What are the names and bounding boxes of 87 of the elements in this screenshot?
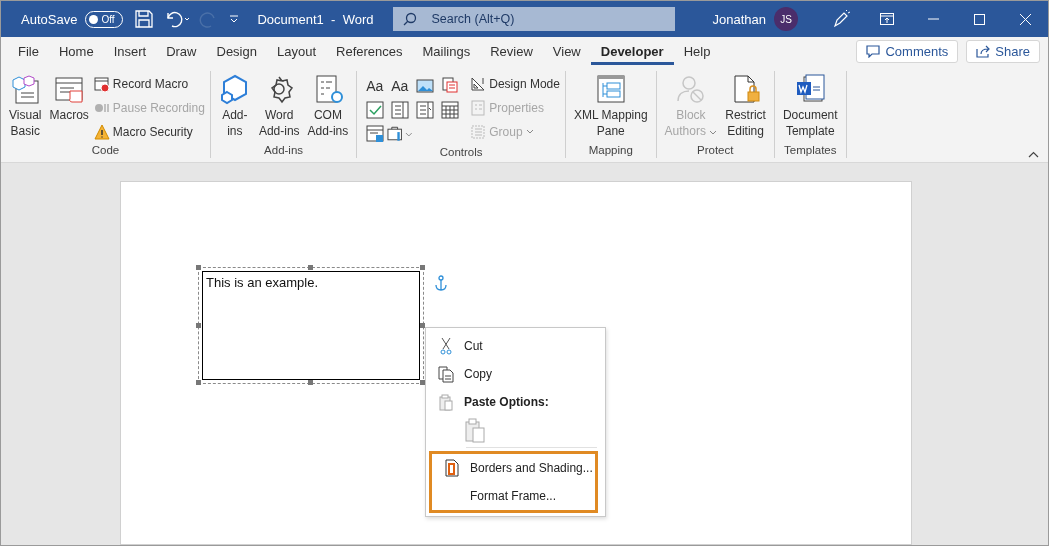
user-name: Jonathan [712,11,766,27]
group-label: Controls [439,146,483,158]
window-title: Document1 - Word [257,11,374,27]
undo-icon[interactable] [165,10,192,28]
tree-panel-icon [594,73,627,105]
ribbon-tab[interactable]: Review [480,37,543,65]
ribbon-button[interactable]: Macros [46,71,92,144]
menu-item[interactable]: Borders and Shading... [432,454,595,482]
ribbon-button[interactable]: Design Mode [470,73,560,94]
calendar-icon [440,101,459,119]
properties-icon [470,99,487,116]
ribbon-button[interactable]: Visual Basic [6,71,45,144]
group-label: Add-ins [264,144,304,156]
share-button[interactable]: Share [966,39,1040,63]
cubes-icon [9,73,42,105]
ribbon-tab[interactable]: Help [673,37,721,65]
resize-handle[interactable] [196,380,201,385]
customize-caret-icon[interactable] [229,15,240,23]
close-icon[interactable] [1019,13,1031,25]
combo-box-icon [390,101,409,119]
ribbon-button[interactable]: Restrict Editing [722,71,769,144]
resize-handle[interactable] [420,322,425,328]
ribbon-button[interactable]: Word Add-ins [255,71,303,144]
resize-handle[interactable] [196,322,201,328]
ribbon-tab[interactable]: Design [206,37,267,65]
group-icon [470,123,487,140]
form-icon [365,125,384,143]
menu-item[interactable]: Copy [426,360,605,388]
word-document-icon [794,73,827,105]
frame-text: This is an example. [206,275,318,290]
warning-icon [93,123,110,140]
list-box-icon [415,101,434,119]
ribbon-tab[interactable]: Draw [156,37,207,65]
ribbon-tab[interactable]: Layout [266,37,326,65]
ruler-triangle-icon [470,75,487,92]
ribbon-tab[interactable]: File [8,37,49,65]
pen-icon[interactable] [832,10,850,28]
picture-icon [415,77,434,95]
comments-button[interactable]: Comments [856,39,959,63]
stacked-pages-icon [440,77,459,95]
ribbon-display-icon[interactable] [880,13,894,25]
resize-handle[interactable] [196,265,201,270]
ribbon-button[interactable]: Document Template [779,71,841,144]
record-icon [93,75,110,92]
text-frame[interactable]: This is an example. [198,267,424,384]
group-label: Protect [697,144,734,156]
autosave-label: AutoSave [21,11,78,27]
document-border-icon [445,459,459,477]
resize-handle[interactable] [308,265,313,270]
ribbon-button[interactable]: Record Macro [93,73,205,94]
ribbon-button[interactable]: COM Add-ins [304,71,352,144]
group-label: Mapping [588,144,633,156]
anchor-icon [434,275,448,291]
comment-icon [866,44,881,58]
copy-icon [438,365,454,383]
ribbon-button[interactable]: Macro Security [93,121,205,142]
menu-header: Paste Options: [464,395,549,409]
ribbon-tab[interactable]: Insert [103,37,157,65]
menu-item[interactable]: Format Frame... [432,482,595,510]
ribbon-tab[interactable]: Mailings [412,37,481,65]
group-label: Code [91,144,120,156]
resize-handle[interactable] [308,380,313,385]
ribbon-button[interactable]: XML Mapping Pane [570,71,651,144]
ribbon-tab[interactable]: Home [48,37,104,65]
maximize-icon[interactable] [973,13,985,25]
search-field[interactable]: Search (Alt+Q) [393,7,676,31]
share-icon [976,44,991,58]
collapse-ribbon-icon[interactable] [1028,151,1039,158]
search-icon [403,12,418,26]
ribbon-tab[interactable]: View [542,37,591,65]
toolbox-icon [387,125,405,143]
text-control-button[interactable]: Aa [362,74,388,98]
menu-item[interactable]: Cut [426,332,605,360]
checkbox-icon [365,101,384,119]
save-icon[interactable] [135,10,154,28]
user-avatar[interactable]: JS [774,7,798,31]
scissors-icon [440,337,452,355]
clipboard-icon [439,393,453,411]
text-control-button[interactable]: Aa [387,74,413,98]
person-blocked-icon [674,73,707,105]
group-label: Templates [784,144,837,156]
resize-handle[interactable] [420,265,425,270]
ribbon-button[interactable]: Add- ins [215,71,254,144]
minimize-icon[interactable] [927,18,939,20]
ribbon-tab[interactable]: References [326,37,413,65]
resize-handle[interactable] [420,380,425,385]
paste-button[interactable] [464,417,486,443]
